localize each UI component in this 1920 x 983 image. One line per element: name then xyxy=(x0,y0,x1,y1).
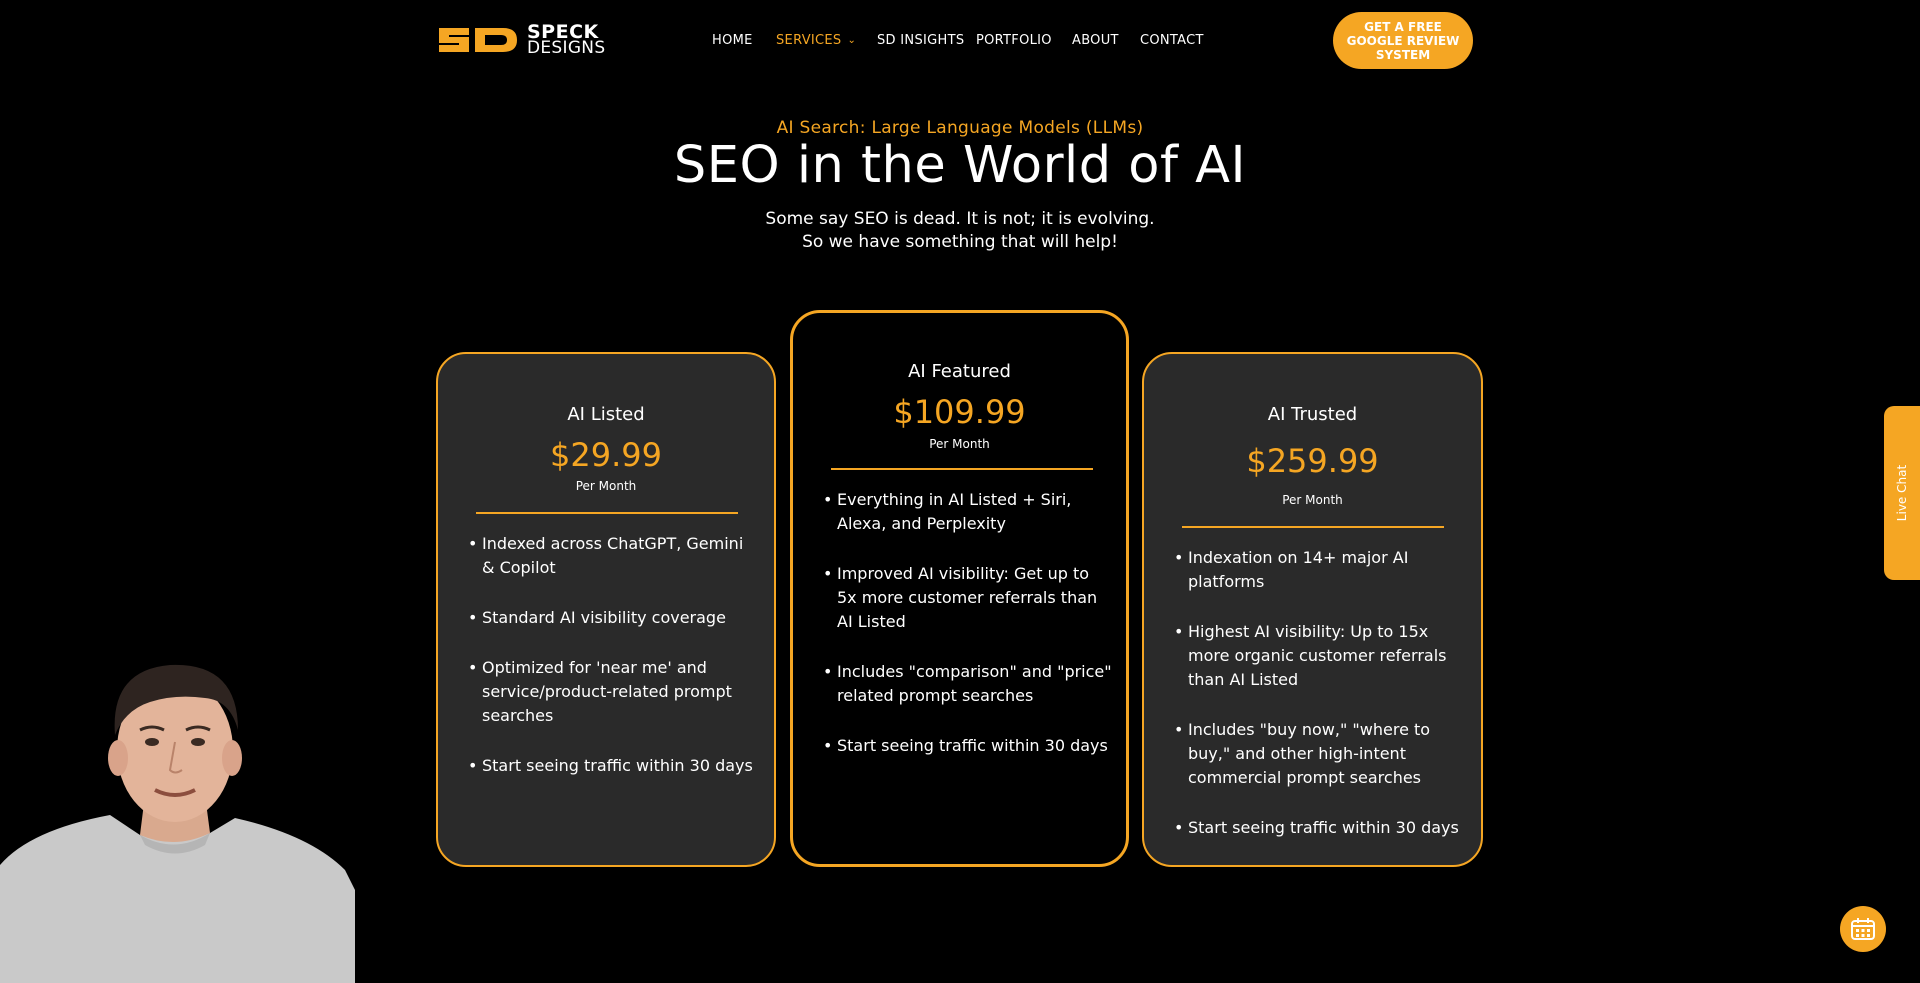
calendar-button[interactable] xyxy=(1840,906,1886,952)
plan-feature: Everything in AI Listed + Siri, Alexa, a… xyxy=(823,488,1113,536)
plan-price: $109.99 xyxy=(893,393,1026,431)
live-chat-tab[interactable]: Live Chat xyxy=(1884,406,1920,580)
logo-wordmark: SPECK DESIGNS xyxy=(527,23,606,58)
nav-home[interactable]: HOME xyxy=(712,33,753,48)
plan-name: AI Trusted xyxy=(1267,404,1358,425)
plan-feature: Start seeing traffic within 30 days xyxy=(823,734,1113,758)
plan-card-ai-trusted[interactable]: AI Trusted $259.99 Per Month Indexation … xyxy=(1142,352,1483,867)
nav-sd-insights[interactable]: SD INSIGHTS xyxy=(877,33,964,48)
plan-period: Per Month xyxy=(575,479,637,493)
presenter-webcam xyxy=(0,630,355,983)
plan-feature: Highest AI visibility: Up to 15x more or… xyxy=(1174,620,1469,692)
free-google-review-button[interactable]: GET A FREE GOOGLE REVIEW SYSTEM xyxy=(1333,12,1473,69)
plan-price: $259.99 xyxy=(1246,442,1379,480)
plan-name: AI Listed xyxy=(567,404,645,425)
calendar-icon xyxy=(1851,918,1875,940)
plan-features: Everything in AI Listed + Siri, Alexa, a… xyxy=(823,488,1113,758)
nav-services-label: SERVICES xyxy=(776,33,842,48)
nav-portfolio[interactable]: PORTFOLIO xyxy=(976,33,1052,48)
plan-feature: Optimized for 'near me' and service/prod… xyxy=(468,656,758,728)
chevron-down-icon: ⌄ xyxy=(847,35,857,46)
live-chat-label: Live Chat xyxy=(1895,464,1909,522)
nav-about[interactable]: ABOUT xyxy=(1072,33,1119,48)
plan-feature: Start seeing traffic within 30 days xyxy=(1174,816,1469,840)
plan-card-ai-listed[interactable]: AI Listed $29.99 Per Month Indexed acros… xyxy=(436,352,776,867)
plan-card-ai-featured[interactable]: AI Featured $109.99 Per Month Everything… xyxy=(790,310,1129,867)
plan-feature: Indexed across ChatGPT, Gemini & Copilot xyxy=(468,532,758,580)
plan-feature: Indexation on 14+ major AI platforms xyxy=(1174,546,1469,594)
sd-logo-mark xyxy=(439,28,517,52)
presenter-figure xyxy=(0,630,355,983)
hero-subtitle-line-2: So we have something that will help! xyxy=(802,232,1118,252)
hero-subtitle: Some say SEO is dead. It is not; it is e… xyxy=(0,208,1920,254)
plan-features: Indexed across ChatGPT, Gemini & Copilot… xyxy=(468,532,758,778)
nav-services[interactable]: SERVICES ⌄ xyxy=(776,33,856,48)
hero-eyebrow: AI Search: Large Language Models (LLMs) xyxy=(776,118,1144,138)
plan-divider xyxy=(1182,526,1444,528)
plan-price: $29.99 xyxy=(550,436,662,474)
page-title: SEO in the World of AI xyxy=(673,136,1247,195)
plan-period: Per Month xyxy=(929,437,990,451)
plan-feature: Standard AI visibility coverage xyxy=(468,606,758,630)
plan-feature: Improved AI visibility: Get up to 5x mor… xyxy=(823,562,1113,634)
plan-features: Indexation on 14+ major AI platforms Hig… xyxy=(1174,546,1469,840)
site-logo[interactable]: SPECK DESIGNS xyxy=(435,20,605,60)
plan-feature: Includes "comparison" and "price" relate… xyxy=(823,660,1113,708)
hero-subtitle-line-1: Some say SEO is dead. It is not; it is e… xyxy=(765,209,1155,229)
plan-period: Per Month xyxy=(1282,493,1343,507)
plan-name: AI Featured xyxy=(908,361,1011,382)
plan-divider xyxy=(831,468,1093,470)
plan-feature: Start seeing traffic within 30 days xyxy=(468,754,758,778)
logo-word-designs: DESIGNS xyxy=(527,38,606,58)
nav-contact[interactable]: CONTACT xyxy=(1140,33,1204,48)
plan-feature: Includes "buy now," "where to buy," and … xyxy=(1174,718,1469,790)
plan-divider xyxy=(476,512,738,514)
